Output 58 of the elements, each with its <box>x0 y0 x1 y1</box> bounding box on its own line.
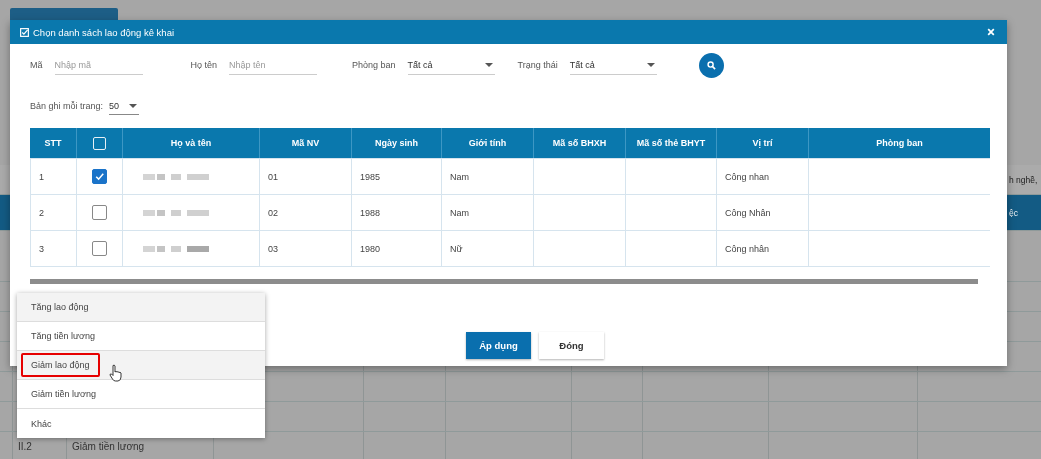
caret-icon <box>484 62 493 67</box>
menu-item[interactable]: Khác <box>17 409 265 438</box>
close-icon[interactable] <box>987 28 995 36</box>
filter-label: Trạng thái <box>517 60 558 70</box>
menu-item[interactable]: Tăng lao động <box>17 293 265 322</box>
column-header: Họ và tên <box>122 128 259 158</box>
table-cell: 1985 <box>360 171 381 182</box>
dialog-title: Chọn danh sách lao động kê khai <box>33 26 176 38</box>
table-cell-text: II.2 <box>17 441 32 452</box>
table-cell: Công nhân <box>725 243 770 254</box>
close-button[interactable]: Đóng <box>539 332 604 359</box>
column-header: Phòng ban <box>808 128 990 158</box>
table-cell: Nam <box>450 171 469 182</box>
page-size-select[interactable]: 50 <box>109 97 140 115</box>
column-header-text: h nghề, <box>1008 174 1038 185</box>
table-cell: 1988 <box>360 207 381 218</box>
menu-item[interactable]: Tăng tiền lương <box>17 322 265 351</box>
table-cell: 01 <box>268 171 278 182</box>
select-field[interactable]: Tất cả <box>569 55 657 75</box>
table-cell: 2 <box>39 207 44 218</box>
page-size-label: Bản ghi mỗi trang: <box>30 101 104 111</box>
table-cell: 03 <box>268 243 278 254</box>
hand-cursor-icon <box>109 364 123 382</box>
table-cell: 1980 <box>360 243 381 254</box>
filter-label: Họ tên <box>190 60 218 70</box>
filter-label: Mã <box>30 60 43 70</box>
caret-icon <box>129 103 138 108</box>
select-field[interactable]: Tất cả <box>407 55 495 75</box>
column-header: Mã số BHXH <box>533 128 625 158</box>
apply-button[interactable]: Áp dụng <box>466 332 531 359</box>
checkmark-icon <box>94 171 105 182</box>
table-cell-text: Giảm tiền lương <box>71 441 145 452</box>
search-button[interactable] <box>698 52 724 78</box>
row-checkbox[interactable] <box>92 205 107 220</box>
caret-icon <box>646 62 655 67</box>
column-header: Ngày sinh <box>351 128 441 158</box>
table-cell: 3 <box>39 243 44 254</box>
menu-item[interactable]: Giảm lao động <box>17 351 265 380</box>
column-header: Giới tính <box>441 128 533 158</box>
column-header: Mã NV <box>259 128 351 158</box>
column-header: Mã số thẻ BHYT <box>625 128 716 158</box>
row-checkbox[interactable] <box>92 241 107 256</box>
checkbox-icon <box>20 27 29 37</box>
table-cell: Công Nhân <box>725 207 771 218</box>
table-cell: 1 <box>39 171 44 182</box>
row-checkbox[interactable] <box>92 169 107 184</box>
table-cell: 02 <box>268 207 278 218</box>
table-cell: Nữ <box>450 243 463 254</box>
menu-item[interactable]: Giảm tiền lương <box>17 380 265 409</box>
column-header: STT <box>43 137 63 150</box>
column-header: Vị trí <box>716 128 808 158</box>
table-cell: Nam <box>450 207 469 218</box>
table-cell: Công nhan <box>725 171 770 182</box>
select-all-checkbox[interactable] <box>93 136 106 150</box>
horizontal-scrollbar[interactable] <box>30 279 978 284</box>
search-icon <box>706 60 716 70</box>
filter-label: Phòng ban <box>352 60 396 70</box>
column-header-text: ệc <box>1008 207 1018 218</box>
